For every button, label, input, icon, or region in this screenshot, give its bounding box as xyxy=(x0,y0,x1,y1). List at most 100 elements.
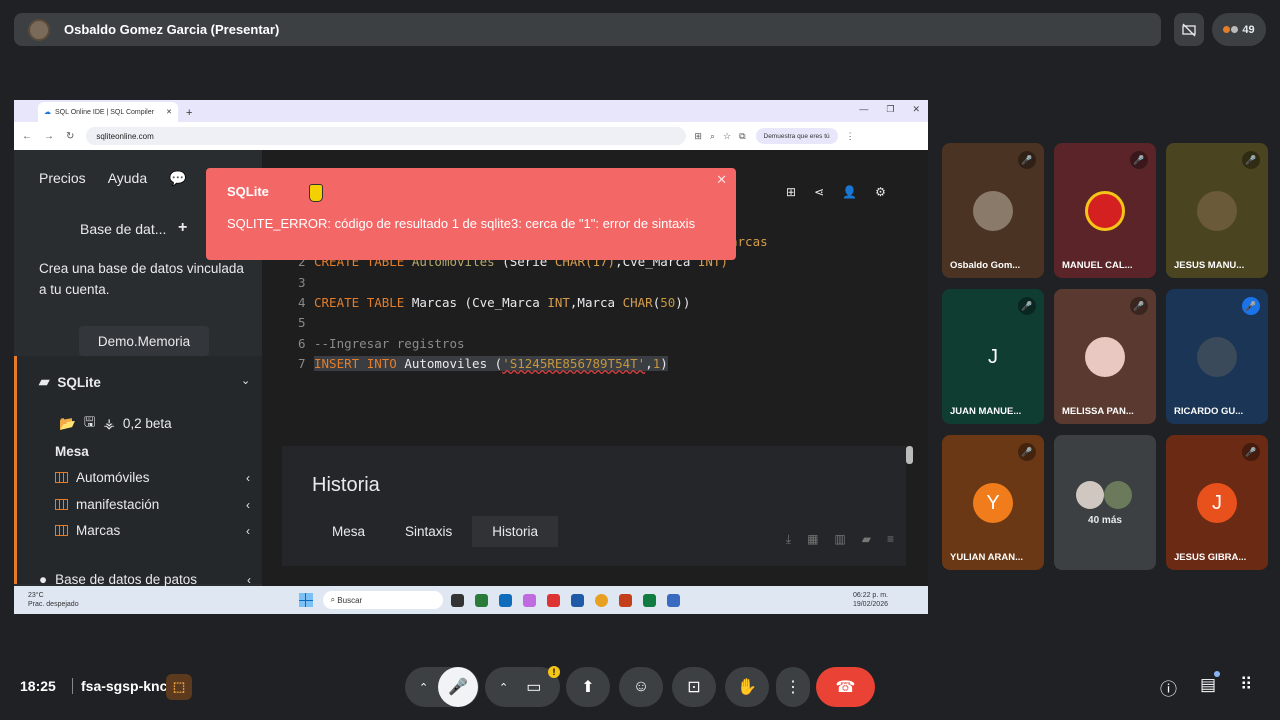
list-icon[interactable]: ≡ xyxy=(887,532,894,547)
more-options-button[interactable]: ⋮ xyxy=(776,667,810,707)
share-icon[interactable]: ⋖ xyxy=(814,185,824,199)
close-window-icon[interactable]: ✕ xyxy=(912,104,920,115)
taskbar-clock[interactable]: 06:22 p. m. 19/02/2026 xyxy=(853,591,888,609)
back-icon[interactable]: ← xyxy=(22,131,32,142)
nav-ayuda[interactable]: Ayuda xyxy=(108,170,147,187)
windows-start-icon[interactable] xyxy=(298,593,313,607)
more-participants-tile[interactable]: 40 más xyxy=(1054,435,1156,570)
demo-memoria-button[interactable]: Demo.Memoria xyxy=(79,326,209,356)
app-icon[interactable] xyxy=(570,593,584,607)
app-icon[interactable] xyxy=(666,593,680,607)
user-icon[interactable]: 👤 xyxy=(842,185,857,199)
raise-hand-button[interactable]: ✋ xyxy=(725,667,769,707)
host-controls-icon[interactable]: ⬚ xyxy=(166,674,192,700)
participant-tile[interactable]: 🎤 MELISSA PAN... xyxy=(1054,289,1156,424)
participant-tile[interactable]: 🎤 JESUS MANU... xyxy=(1166,143,1268,278)
reactions-button[interactable]: ☺ xyxy=(619,667,663,707)
participant-name: MELISSA PAN... xyxy=(1062,406,1134,417)
stop-presenting-button[interactable] xyxy=(1174,13,1204,46)
windows-taskbar: 23°C Prac. despejado ⌕ Buscar 06:22 p. m… xyxy=(14,586,928,614)
star-icon[interactable]: ☆ xyxy=(723,131,731,142)
table-icon xyxy=(55,499,68,510)
participant-tile[interactable]: 🎤 J JESUS GIBRA... xyxy=(1166,435,1268,570)
mic-toggle-button[interactable]: 🎤 xyxy=(438,667,478,707)
participant-tile[interactable]: 🎤 Osbaldo Gom... xyxy=(942,143,1044,278)
mic-off-icon: 🎤 xyxy=(1018,151,1036,169)
settings-icon[interactable]: ⚙ xyxy=(875,185,886,199)
weather-widget[interactable]: 23°C Prac. despejado xyxy=(28,591,79,609)
new-tab-button[interactable]: + xyxy=(186,107,192,119)
forward-icon[interactable]: → xyxy=(44,131,54,142)
copilot-icon[interactable] xyxy=(522,593,536,607)
scrollbar[interactable] xyxy=(906,446,913,464)
folder-icon[interactable]: 📂 xyxy=(59,416,76,432)
search-label: Buscar xyxy=(337,595,363,605)
restore-icon[interactable]: ❐ xyxy=(886,104,894,115)
zoom-icon[interactable]: ⌕ xyxy=(710,131,715,142)
participant-tile[interactable]: 🎤 RICARDO GU... xyxy=(1166,289,1268,424)
app-icon[interactable] xyxy=(474,593,488,607)
chat-icon[interactable]: ▤ xyxy=(1200,675,1216,695)
base-datos-button[interactable]: Base de dat... xyxy=(80,221,166,237)
patos-db-item[interactable]: ● Base de datos de patos ‹ xyxy=(39,572,251,587)
sqlite-header[interactable]: ▰ SQLite xyxy=(39,374,101,390)
verify-chip[interactable]: Demuestra que eres tú xyxy=(755,128,838,144)
weather-temp: 23°C xyxy=(28,592,44,599)
table-icon xyxy=(55,525,68,536)
close-icon[interactable]: ✕ xyxy=(716,172,727,188)
tab-historia[interactable]: Historia xyxy=(472,516,559,547)
add-box-icon[interactable]: ⊞ xyxy=(786,185,796,199)
chart-icon[interactable]: ▥ xyxy=(834,532,845,547)
table-item[interactable]: manifestación ‹ xyxy=(55,497,250,512)
sqlite-panel: ▰ SQLite ⌄ 📂 🖫 ⚶ 0,2 beta Mesa Automóvil… xyxy=(14,356,262,584)
minimize-icon[interactable]: — xyxy=(859,104,868,115)
app-icon[interactable] xyxy=(546,593,560,607)
url-text: sqliteonline.com xyxy=(96,131,154,141)
table-item[interactable]: Marcas ‹ xyxy=(55,523,250,538)
participant-tile[interactable]: 🎤 J JUAN MANUE... xyxy=(942,289,1044,424)
powerpoint-icon[interactable] xyxy=(618,593,632,607)
activities-icon[interactable]: ⠿ xyxy=(1240,675,1252,695)
extensions-icon[interactable]: ⧉ xyxy=(739,131,745,142)
menu-icon[interactable]: ⋮ xyxy=(846,131,855,142)
info-icon[interactable]: ⓘ xyxy=(1160,675,1177,700)
close-tab-icon[interactable]: ✕ xyxy=(166,108,172,116)
weather-desc: Prac. despejado xyxy=(28,601,79,608)
captions-button[interactable]: ⊡ xyxy=(672,667,716,707)
tab-sintaxis[interactable]: Sintaxis xyxy=(385,516,472,547)
taskbar-search[interactable]: ⌕ Buscar xyxy=(322,591,443,609)
participant-tile[interactable]: 🎤 Y YULIAN ARAN... xyxy=(942,435,1044,570)
present-button[interactable]: ⬆ xyxy=(566,667,610,707)
mic-off-icon: 🎤 xyxy=(1018,443,1036,461)
save-icon[interactable]: 🖫 xyxy=(84,412,96,435)
browser-tab[interactable]: ☁ SQL Online IDE | SQL Compiler ✕ xyxy=(38,102,178,122)
pointer-cursor-icon xyxy=(309,184,323,202)
chrome-icon[interactable] xyxy=(594,593,608,607)
excel-icon[interactable] xyxy=(642,593,656,607)
chat-icon[interactable]: 💬 xyxy=(169,170,186,187)
participants-button[interactable]: 49 xyxy=(1212,13,1266,46)
taskview-icon[interactable] xyxy=(450,593,464,607)
translate-icon[interactable]: ⊞ xyxy=(694,131,702,142)
nav-precios[interactable]: Precios xyxy=(39,170,86,187)
avatar-letter: Y xyxy=(973,483,1013,523)
demo-label: Demo.Memoria xyxy=(97,333,191,349)
url-field[interactable]: sqliteonline.com xyxy=(86,127,687,145)
schema-icon[interactable]: ⚶ xyxy=(103,416,114,432)
clock-date: 19/02/2026 xyxy=(852,601,888,608)
download-icon[interactable]: ⤓ xyxy=(786,532,791,547)
participant-tile[interactable]: 🎤 MANUEL CAL... xyxy=(1054,143,1156,278)
history-panel: Historia Mesa Sintaxis Historia ⤓ ▦ ▥ ▰ … xyxy=(282,446,906,566)
reload-icon[interactable]: ↻ xyxy=(66,131,74,142)
chevron-down-icon[interactable]: ⌄ xyxy=(241,374,250,387)
grid-icon[interactable]: ▦ xyxy=(807,532,818,547)
end-call-button[interactable]: ☎ xyxy=(816,667,875,707)
edge-icon[interactable] xyxy=(498,593,512,607)
tab-mesa[interactable]: Mesa xyxy=(312,516,385,547)
book-icon[interactable]: ▰ xyxy=(862,532,871,547)
avatar xyxy=(1104,481,1132,509)
participant-name: Osbaldo Gom... xyxy=(950,260,1021,271)
presenter-name: Osbaldo Gomez Garcia (Presentar) xyxy=(64,22,280,37)
table-item[interactable]: Automóviles ‹ xyxy=(55,470,250,485)
add-icon[interactable]: + xyxy=(178,219,187,237)
